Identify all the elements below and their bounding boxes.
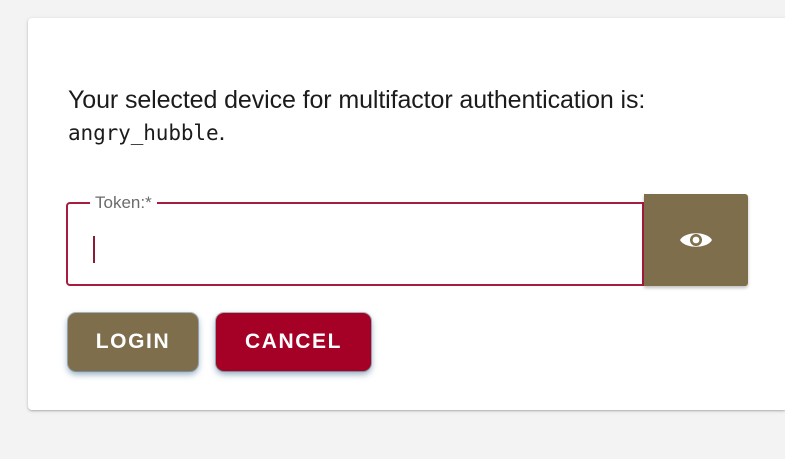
mfa-message: Your selected device for multifactor aut… (68, 84, 748, 149)
toggle-token-visibility-button[interactable] (644, 194, 748, 286)
text-cursor (93, 236, 95, 263)
token-input[interactable] (88, 227, 622, 269)
cancel-button[interactable]: CANCEL (216, 313, 371, 371)
mfa-card: Your selected device for multifactor aut… (28, 18, 785, 410)
mfa-message-text: Your selected device for multifactor aut… (68, 86, 646, 114)
eye-icon (680, 233, 712, 247)
token-field-row: Token:* (66, 194, 748, 286)
message-period: . (218, 118, 226, 146)
token-label: Token:* (95, 193, 152, 212)
token-field[interactable]: Token:* (66, 194, 644, 286)
login-button[interactable]: LOGIN (68, 313, 198, 371)
device-name: angry_hubble (68, 121, 219, 145)
